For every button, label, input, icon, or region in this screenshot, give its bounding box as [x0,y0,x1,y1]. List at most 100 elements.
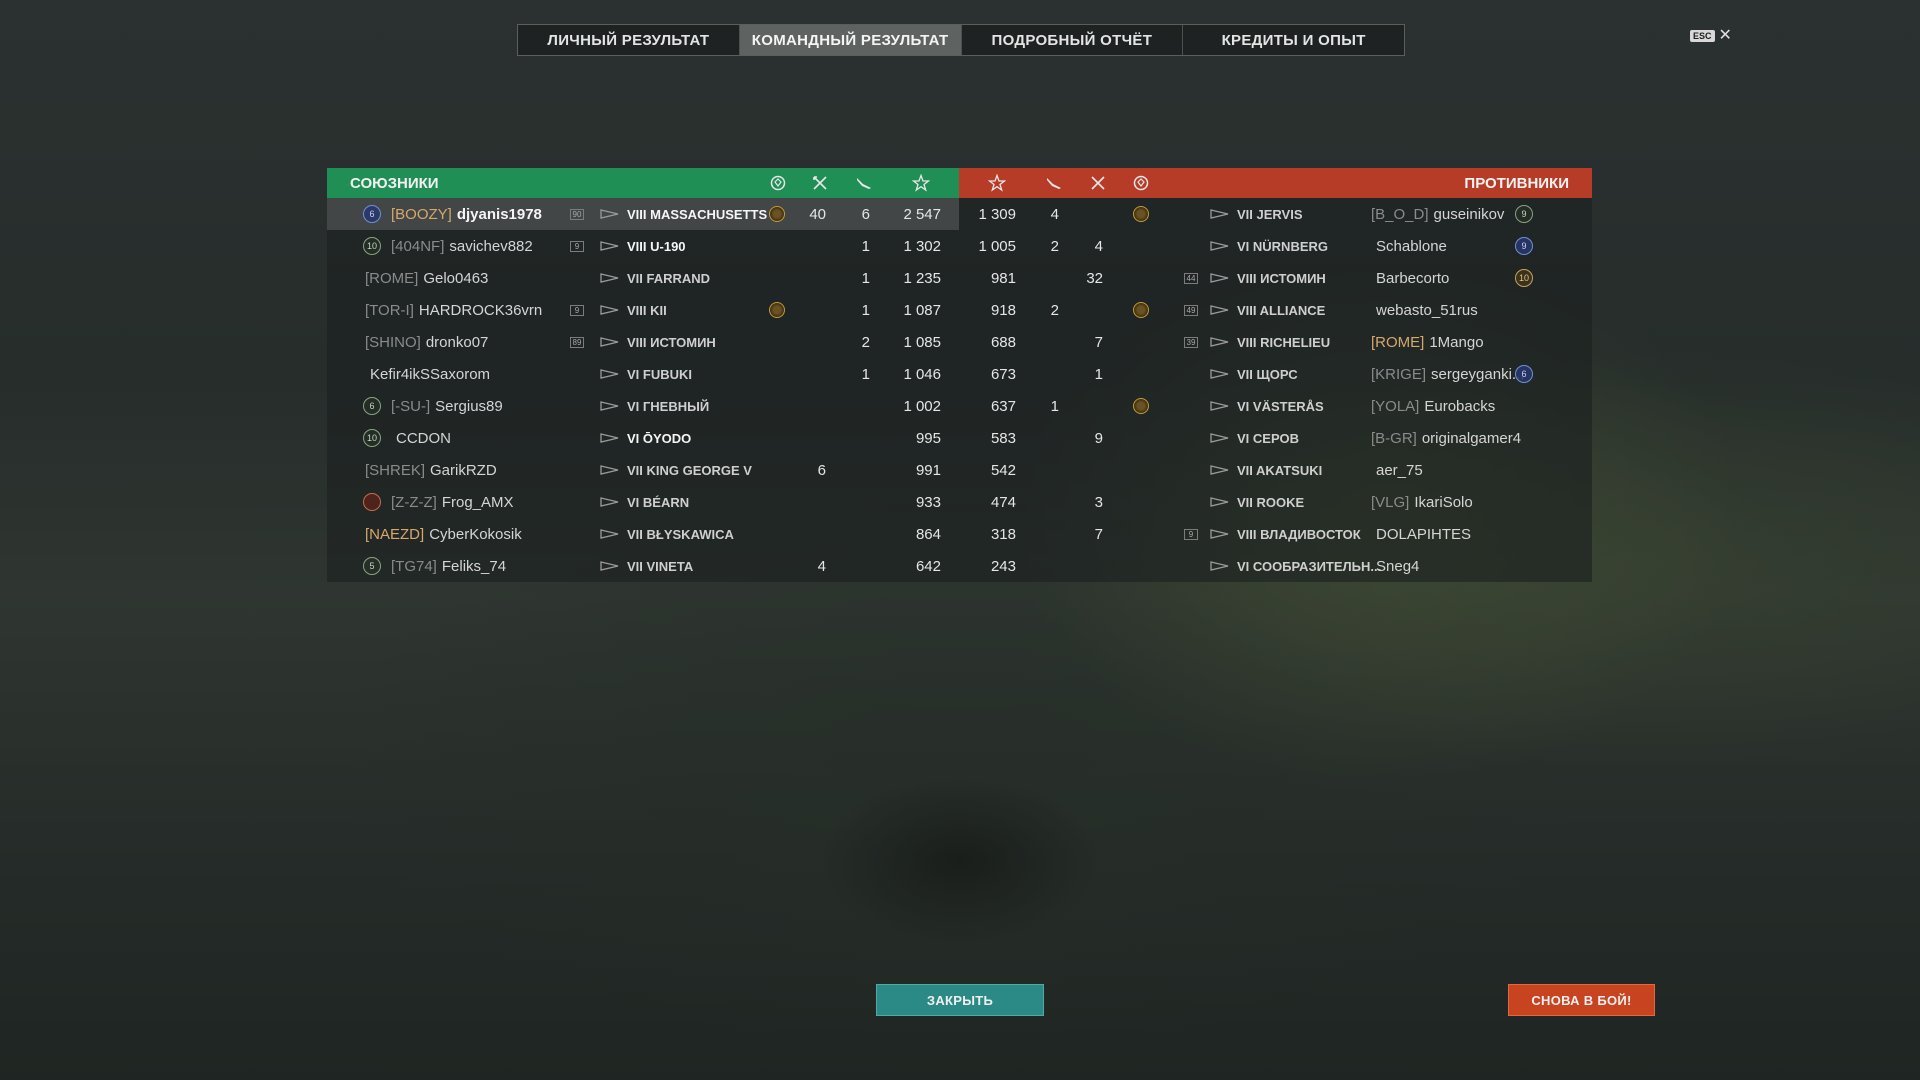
player-name[interactable]: Feliks_74 [442,558,506,575]
ship-class-icon [600,465,619,475]
ally-player-row[interactable]: Kefir4ikSSaxorom VI FUBUKI 1 1 046 [327,358,959,390]
medal-column-icon [770,175,786,191]
ship-name: VI VÄSTERÅS [1237,398,1324,414]
enemy-player-row[interactable]: 1 309 4 VII JERVIS [B_O_D] guseinikov 9 [959,198,1592,230]
player-name[interactable]: dronko07 [426,334,489,351]
clan-tag: [TOR-I] [365,301,414,319]
enemy-player-row[interactable]: 673 1 VII ЩОРС [KRIGE] sergeyganki... 6 [959,358,1592,390]
planes-value: 1 [861,237,870,255]
clan-tag: [ROME] [1371,333,1425,351]
kills-value: 6 [817,461,826,479]
planes-value [1019,518,1059,550]
player-name[interactable]: DOLAPIHTES [1376,526,1471,543]
tab-credits-xp[interactable]: КРЕДИТЫ И ОПЫТ [1183,25,1404,55]
enemies-label: ПРОТИВНИКИ [1464,174,1569,192]
kills-column-icon [813,176,827,190]
ally-player-row[interactable]: 10 [404NF] savichev882 9 VIII U-190 1 1 302 [327,230,959,262]
division-badge: 9 [570,240,584,252]
xp-value: 2 547 [903,205,941,223]
planes-value: 4 [1050,205,1059,223]
player-name[interactable]: Eurobacks [1424,398,1495,415]
player-name[interactable]: Sneg4 [1376,558,1419,575]
kills-value [1059,454,1103,486]
player-name[interactable]: CyberKokosik [429,526,522,543]
player-name[interactable]: CCDON [396,430,451,447]
kills-value: 9 [1094,429,1103,447]
ally-player-row[interactable]: 6 [BOOZY] djyanis1978 90 VIII MASSACHUSETTS 4… [327,198,959,230]
ship-class-icon [1210,497,1229,507]
close-icon[interactable]: ✕ [1719,28,1732,44]
ally-player-row[interactable]: 10 CCDON VI ŌYODO 995 [327,422,959,454]
close-button[interactable]: ЗАКРЫТЬ [876,984,1044,1016]
player-name[interactable]: aer_75 [1376,462,1423,479]
tab-team-result[interactable]: КОМАНДНЫЙ РЕЗУЛЬТАТ [739,25,962,55]
enemy-player-row[interactable]: 583 9 VI СЕРОВ [B-GR] originalgamer4 [959,422,1592,454]
player-name[interactable]: Gelo0463 [423,270,488,287]
enemy-player-row[interactable]: 1 005 2 4 VI NÜRNBERG Schablone 9 [959,230,1592,262]
planes-value [827,390,870,422]
ship-class-icon [1210,433,1229,443]
tab-personal-result[interactable]: ЛИЧНЫЙ РЕЗУЛЬТАТ [518,25,740,55]
kills-value [1059,550,1103,582]
ally-player-row[interactable]: [NAEZD] CyberKokosik VII BŁYSKAWICA 864 [327,518,959,550]
planes-value: 2 [1050,237,1059,255]
kills-value: 3 [1094,493,1103,511]
enemy-player-row[interactable]: 918 2 49 VIII ALLIANCE webasto_51rus [959,294,1592,326]
player-name[interactable]: djyanis1978 [457,206,542,223]
ally-player-row[interactable]: [TOR-I] HARDROCK36vrn 9 VIII KII 1 1 087 [327,294,959,326]
ship-name: VII ЩОРС [1237,366,1298,382]
player-name[interactable]: originalgamer4 [1422,430,1521,447]
player-name[interactable]: 1Mango [1429,334,1483,351]
enemy-player-row[interactable]: 243 VI СООБРАЗИТЕЛЬН... Sneg4 [959,550,1592,582]
enemy-player-row[interactable]: 318 7 9 VIII ВЛАДИВОСТОК DOLAPIHTES [959,518,1592,550]
player-name[interactable]: GarikRZD [430,462,497,479]
esc-key-badge: ESC [1690,30,1715,42]
xp-value: 1 085 [903,333,941,351]
ally-player-row[interactable]: 5 [TG74] Feliks_74 VII VINETA 4 642 [327,550,959,582]
ship-name: VIII ИСТОМИН [1237,270,1326,286]
ship-class-icon [1210,369,1229,379]
kills-value [782,486,826,518]
player-name[interactable]: Frog_AMX [442,494,514,511]
enemy-player-row[interactable]: 474 3 VII ROOKE [VLG] IkariSolo [959,486,1592,518]
tab-detailed-report[interactable]: ПОДРОБНЫЙ ОТЧЁТ [962,25,1184,55]
ship-name: VII AKATSUKI [1237,462,1323,478]
player-name[interactable]: Kefir4ikSSaxorom [370,366,490,383]
player-name[interactable]: savichev882 [449,238,532,255]
kills-value [782,294,826,326]
ally-player-row[interactable]: [ROME] Gelo0463 VII FARRAND 1 1 235 [327,262,959,294]
xp-star-column-icon [988,174,1006,192]
planes-value [827,454,870,486]
player-name[interactable]: guseinikov [1434,206,1505,223]
player-name[interactable]: HARDROCK36vrn [419,302,542,319]
ally-player-row[interactable]: [SHREK] GarikRZD VII KING GEORGE V 6 991 [327,454,959,486]
enemy-player-row[interactable]: 981 32 44 VIII ИСТОМИН Barbecorto 10 [959,262,1592,294]
table-row: 10 [404NF] savichev882 9 VIII U-190 1 1 302 1 0… [327,230,1592,262]
player-name[interactable]: webasto_51rus [1376,302,1478,319]
player-name[interactable]: Barbecorto [1376,270,1449,287]
enemy-player-row[interactable]: 637 1 VI VÄSTERÅS [YOLA] Eurobacks [959,390,1592,422]
kills-value: 40 [809,205,826,223]
rank-badge-icon: 10 [1515,269,1533,287]
player-name[interactable]: IkariSolo [1414,494,1472,511]
clan-tag: [YOLA] [1371,397,1420,415]
table-row: 5 [TG74] Feliks_74 VII VINETA 4 642 243 VI СООБ… [327,550,1592,582]
ally-player-row[interactable]: 6 [-SU-] Sergius89 VI ГНЕВНЫЙ 1 002 [327,390,959,422]
to-battle-button[interactable]: СНОВА В БОЙ! [1508,984,1655,1016]
kills-value [782,230,826,262]
enemy-player-row[interactable]: 688 7 39 VIII RICHELIEU [ROME] 1Mango [959,326,1592,358]
kills-value [1059,198,1103,230]
player-name[interactable]: sergeyganki... [1431,366,1524,383]
ship-class-icon [1210,209,1229,219]
esc-close[interactable]: ESC ✕ [1690,28,1732,44]
ally-player-row[interactable]: [SHINO] dronko07 89 VIII ИСТОМИН 2 1 085 [327,326,959,358]
ally-player-row[interactable]: [Z-Z-Z] Frog_AMX VI BÉARN 933 [327,486,959,518]
xp-value: 542 [990,461,1016,479]
kills-value [1059,390,1103,422]
xp-value: 688 [990,333,1016,351]
player-name[interactable]: Sergius89 [435,398,503,415]
xp-value: 1 309 [978,205,1016,223]
enemy-player-row[interactable]: 542 VII AKATSUKI aer_75 [959,454,1592,486]
ship-class-icon [600,561,619,571]
player-name[interactable]: Schablone [1376,238,1447,255]
